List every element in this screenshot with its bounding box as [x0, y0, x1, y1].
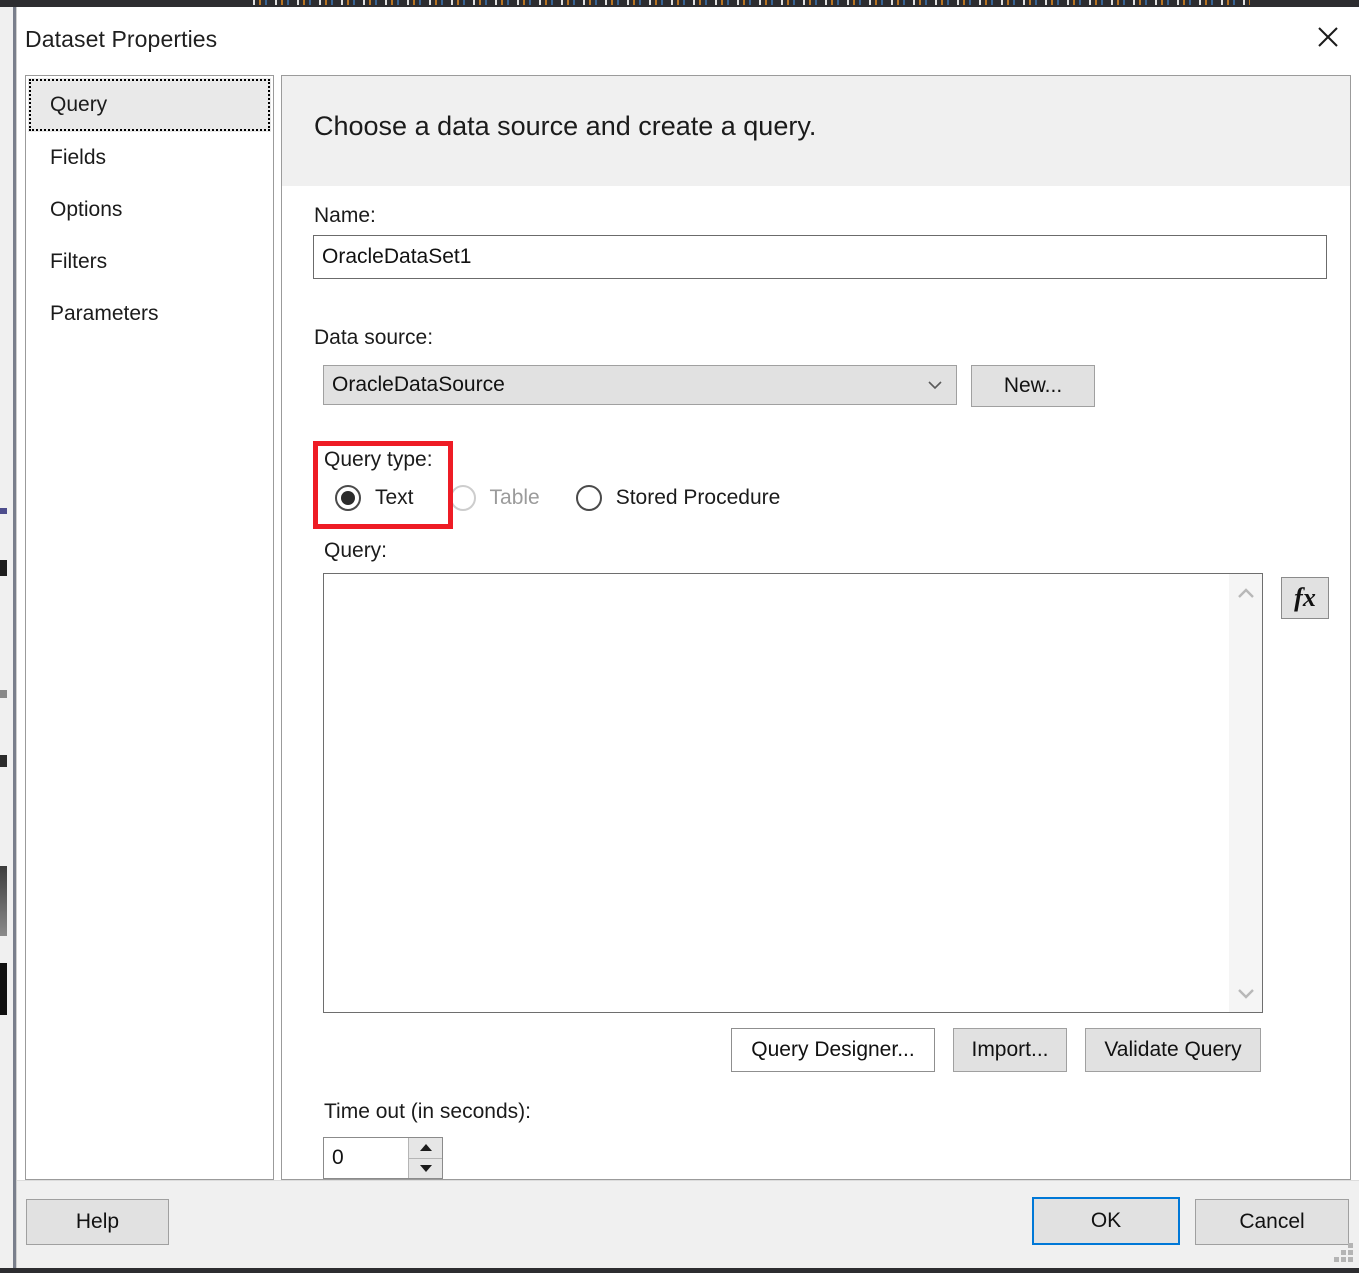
resize-grip-icon[interactable] [1334, 1243, 1353, 1262]
sidebar-item-label: Options [50, 198, 123, 221]
radio-query-type-stored-procedure[interactable]: Stored Procedure [575, 485, 781, 511]
scroll-down-button[interactable] [1229, 976, 1262, 1010]
background-artifact [0, 963, 7, 1015]
sidebar-item-query[interactable]: Query [28, 78, 271, 132]
name-input[interactable]: OracleDataSet1 [313, 235, 1327, 279]
chevron-up-icon [1237, 587, 1254, 598]
ok-button[interactable]: OK [1032, 1197, 1180, 1245]
query-type-label: Query type: [324, 448, 433, 471]
data-source-select[interactable]: OracleDataSource [323, 365, 957, 405]
query-input[interactable] [324, 574, 1228, 1012]
radio-unselected-icon [575, 485, 602, 511]
validate-query-button[interactable]: Validate Query [1085, 1028, 1261, 1072]
data-source-label: Data source: [314, 326, 434, 349]
screen: Dataset Properties Query Fields Options … [0, 0, 1359, 1273]
close-icon [1318, 27, 1338, 47]
sidebar-item-label: Filters [50, 250, 108, 273]
radio-label: Table [489, 486, 540, 509]
sidebar-item-parameters[interactable]: Parameters [26, 288, 273, 340]
page-title: Choose a data source and create a query. [314, 111, 817, 141]
function-fx-icon: fx [1294, 583, 1316, 612]
sidebar-item-fields[interactable]: Fields [26, 132, 273, 184]
timeout-label: Time out (in seconds): [324, 1100, 531, 1123]
sidebar-item-filters[interactable]: Filters [26, 236, 273, 288]
close-button[interactable] [1301, 13, 1355, 61]
query-vertical-scrollbar[interactable] [1228, 574, 1262, 1012]
query-type-radio-group: Text Table Stored Procedure [335, 485, 816, 511]
import-button[interactable]: Import... [953, 1028, 1067, 1072]
dialog-titlebar: Dataset Properties [17, 7, 1359, 69]
dataset-properties-dialog: Dataset Properties Query Fields Options … [16, 7, 1359, 1268]
dialog-title: Dataset Properties [25, 26, 218, 52]
background-artifact [0, 866, 7, 936]
background-artifact [0, 755, 7, 767]
timeout-increment-button[interactable] [409, 1138, 442, 1159]
radio-query-type-table: Table [449, 485, 540, 511]
query-label: Query: [324, 539, 388, 562]
new-data-source-button[interactable]: New... [971, 365, 1095, 407]
sidebar-item-label: Parameters [50, 302, 159, 325]
spinner-down-icon [419, 1164, 432, 1172]
sidebar: Query Fields Options Filters Parameters [25, 75, 274, 1180]
dialog-footer: Help OK Cancel [17, 1180, 1359, 1268]
radio-query-type-text[interactable]: Text [335, 485, 414, 511]
scroll-up-button[interactable] [1229, 576, 1262, 610]
background-window-bottom-strip [0, 1268, 1359, 1273]
query-designer-button[interactable]: Query Designer... [731, 1028, 935, 1072]
background-window-titlebar-text [250, 0, 1250, 5]
chevron-down-icon [928, 381, 942, 390]
expression-fx-button[interactable]: fx [1281, 577, 1329, 619]
background-artifact [0, 508, 7, 514]
radio-label: Stored Procedure [615, 486, 781, 509]
timeout-decrement-button[interactable] [409, 1158, 442, 1178]
chevron-down-icon [1237, 988, 1254, 999]
sidebar-item-options[interactable]: Options [26, 184, 273, 236]
radio-label: Text [375, 486, 414, 509]
query-textarea-container [323, 573, 1263, 1013]
background-window-left-sliver [0, 7, 13, 1273]
timeout-input[interactable]: 0 [324, 1138, 408, 1178]
timeout-stepper: 0 [323, 1137, 443, 1179]
radio-selected-icon [335, 485, 361, 511]
sidebar-item-label: Fields [50, 146, 107, 169]
radio-unselected-icon [449, 485, 476, 511]
background-artifact [0, 560, 7, 576]
data-source-value: OracleDataSource [332, 373, 505, 396]
spinner-up-icon [419, 1144, 432, 1152]
sidebar-item-label: Query [50, 93, 108, 116]
help-button[interactable]: Help [26, 1199, 169, 1245]
background-artifact [0, 690, 7, 698]
name-label: Name: [314, 204, 376, 227]
cancel-button[interactable]: Cancel [1195, 1199, 1349, 1245]
timeout-spin-buttons [408, 1138, 442, 1178]
